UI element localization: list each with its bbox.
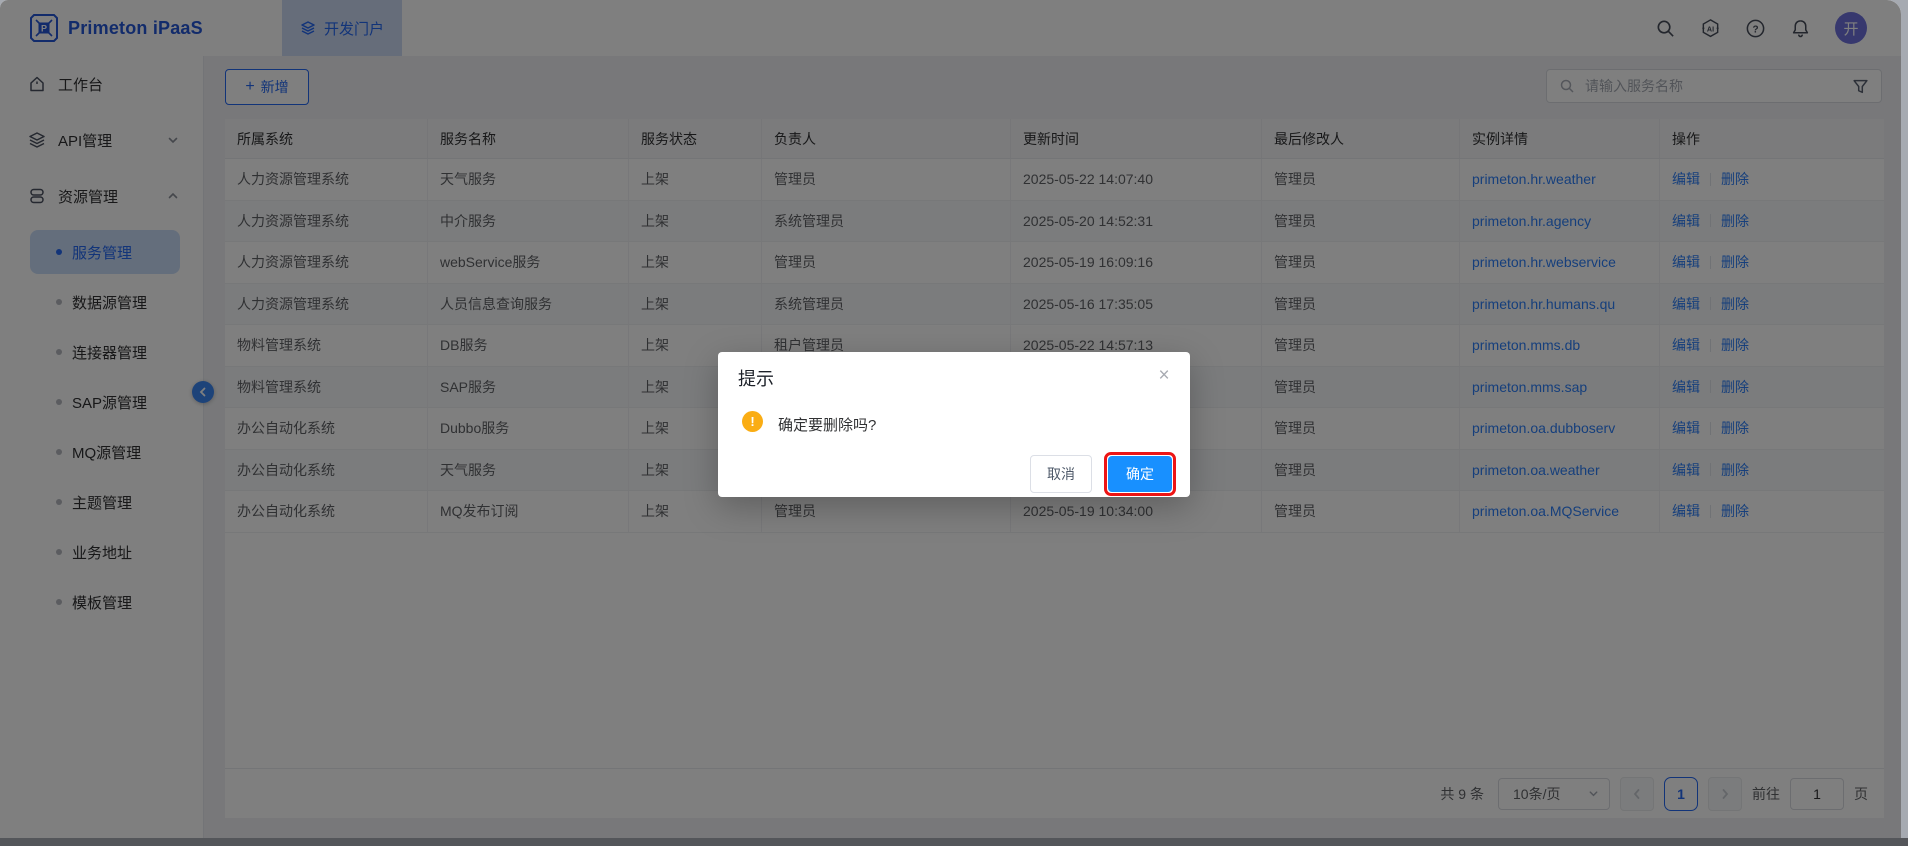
cancel-button[interactable]: 取消 [1030,455,1092,493]
dialog-message: 确定要删除吗? [778,414,876,435]
warning-icon: ! [742,411,763,432]
confirm-delete-dialog: 提示 × ! 确定要删除吗? 取消 确定 [718,352,1190,497]
confirm-button[interactable]: 确定 [1108,456,1172,492]
dialog-title: 提示 [738,365,774,391]
dialog-footer: 取消 确定 [1030,452,1176,496]
window-bottom-edge [0,838,1908,846]
close-icon[interactable]: × [1154,366,1174,386]
app-window: P Primeton iPaaS 开发门户 AI ? [0,0,1901,838]
annotation-highlight-box: 确定 [1104,452,1176,496]
